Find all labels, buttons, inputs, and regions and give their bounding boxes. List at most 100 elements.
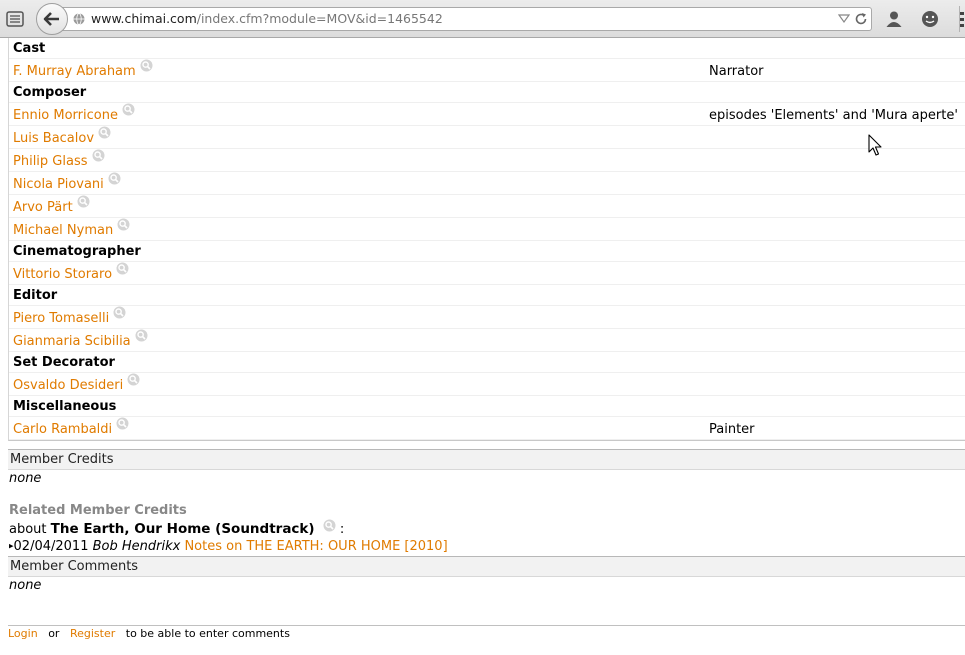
credit-category-row: Set Decorator — [9, 352, 965, 373]
magnifier-icon[interactable] — [98, 126, 111, 139]
related-credit-item: ▸02/04/2011 Bob Hendrikx Notes on THE EA… — [9, 539, 448, 554]
member-comments-title: Member Comments — [10, 559, 139, 574]
credit-category-label: Cinematographer — [13, 244, 141, 259]
credit-role: episodes 'Elements' and 'Mura aperte' — [709, 108, 958, 123]
mouse-cursor-icon — [868, 134, 882, 156]
credit-person-row: Gianmaria Scibilia — [9, 329, 965, 352]
credit-person-link[interactable]: Michael Nyman — [13, 218, 130, 238]
credit-role: Painter — [709, 422, 755, 437]
url-text[interactable]: www.chimai.com/index.cfm?module=MOV&id=1… — [91, 11, 443, 26]
credit-role: Narrator — [709, 64, 764, 79]
person-icon[interactable] — [884, 9, 904, 29]
reader-view-icon[interactable] — [4, 8, 26, 30]
magnifier-icon[interactable] — [116, 417, 129, 430]
credit-person-name: Michael Nyman — [13, 223, 114, 238]
credit-person-name: Ennio Morricone — [13, 108, 118, 123]
credit-person-link[interactable]: Arvo Pärt — [13, 195, 90, 215]
credit-author: Bob Hendrikx — [92, 539, 181, 554]
related-about-line: about The Earth, Our Home (Soundtrack) : — [9, 519, 345, 537]
credit-person-name: F. Murray Abraham — [13, 64, 136, 79]
credit-category-label: Miscellaneous — [13, 399, 117, 414]
member-comments-value: none — [9, 578, 42, 593]
credit-person-name: Vittorio Storaro — [13, 267, 113, 282]
credit-person-name: Arvo Pärt — [13, 200, 73, 215]
magnifier-icon[interactable] — [108, 172, 121, 185]
credit-person-row: Luis Bacalov — [9, 126, 965, 149]
url-domain: www.chimai.com — [91, 11, 197, 26]
credit-person-row: Michael Nyman — [9, 218, 965, 241]
magnifier-icon[interactable] — [323, 519, 336, 532]
login-link[interactable]: Login — [8, 627, 38, 640]
back-button[interactable] — [36, 3, 68, 35]
magnifier-icon[interactable] — [77, 195, 90, 208]
credit-person-link[interactable]: Gianmaria Scibilia — [13, 329, 148, 349]
magnifier-icon[interactable] — [127, 373, 140, 386]
credit-person-name: Philip Glass — [13, 154, 88, 169]
comments-divider — [8, 625, 965, 626]
credit-person-name: Piero Tomaselli — [13, 311, 110, 326]
menu-icon[interactable] — [960, 9, 965, 29]
credit-person-link[interactable]: F. Murray Abraham — [13, 59, 153, 79]
credit-person-link[interactable]: Nicola Piovani — [13, 172, 121, 192]
magnifier-icon[interactable] — [117, 218, 130, 231]
credit-category-row: Editor — [9, 285, 965, 306]
magnifier-icon[interactable] — [135, 329, 148, 342]
member-comments-header: Member Comments — [8, 556, 965, 577]
credit-person-link[interactable]: Carlo Rambaldi — [13, 417, 129, 437]
credit-person-row: Carlo Rambaldi Painter — [9, 417, 965, 440]
back-arrow-icon — [43, 12, 59, 26]
credit-person-name: Luis Bacalov — [13, 131, 95, 146]
magnifier-icon[interactable] — [140, 59, 153, 72]
credit-category-row: Cast — [9, 38, 965, 59]
chat-smiley-icon[interactable] — [920, 9, 940, 29]
login-suffix: to be able to enter comments — [125, 627, 290, 640]
credit-person-link[interactable]: Piero Tomaselli — [13, 306, 126, 326]
url-bar[interactable]: www.chimai.com/index.cfm?module=MOV&id=1… — [58, 7, 872, 31]
credit-category-row: Miscellaneous — [9, 396, 965, 417]
credit-note-link[interactable]: Notes on THE EARTH: OUR HOME [2010] — [184, 539, 447, 554]
magnifier-icon[interactable] — [92, 149, 105, 162]
credit-person-row: Osvaldo Desideri — [9, 373, 965, 396]
url-path: /index.cfm?module=MOV&id=1465542 — [196, 11, 443, 26]
credit-person-name: Gianmaria Scibilia — [13, 334, 131, 349]
credit-person-name: Osvaldo Desideri — [13, 378, 124, 393]
credit-person-link[interactable]: Vittorio Storaro — [13, 262, 129, 282]
credit-person-link[interactable]: Ennio Morricone — [13, 103, 135, 123]
credit-date: 02/04/2011 — [13, 539, 89, 554]
credit-category-row: Composer — [9, 82, 965, 103]
credit-category-label: Composer — [13, 85, 87, 100]
credit-category-label: Cast — [13, 41, 46, 56]
credit-category-row: Cinematographer — [9, 241, 965, 262]
about-prefix: about — [9, 522, 47, 537]
member-credits-title: Member Credits — [10, 452, 114, 467]
login-prompt: Login or Register to be able to enter co… — [8, 627, 290, 640]
or-text: or — [48, 627, 60, 640]
register-link[interactable]: Register — [70, 627, 115, 640]
magnifier-icon[interactable] — [122, 103, 135, 116]
related-credits-title: Related Member Credits — [9, 503, 187, 518]
credit-person-link[interactable]: Osvaldo Desideri — [13, 373, 140, 393]
credit-person-row: Ennio Morricone episodes 'Elements' and '… — [9, 103, 965, 126]
credit-person-link[interactable]: Luis Bacalov — [13, 126, 111, 146]
credit-person-row: Piero Tomaselli — [9, 306, 965, 329]
credit-category-label: Editor — [13, 288, 58, 303]
browser-toolbar: www.chimai.com/index.cfm?module=MOV&id=1… — [0, 0, 965, 38]
magnifier-icon[interactable] — [113, 306, 126, 319]
credit-person-row: Vittorio Storaro — [9, 262, 965, 285]
magnifier-icon[interactable] — [116, 262, 129, 275]
reload-icon[interactable] — [853, 11, 869, 27]
member-credits-value: none — [9, 471, 42, 486]
about-suffix: : — [339, 522, 345, 537]
credits-table: Cast F. Murray Abraham Narrator Composer Enn… — [8, 38, 965, 441]
credit-person-link[interactable]: Philip Glass — [13, 149, 105, 169]
credit-person-row: Nicola Piovani — [9, 172, 965, 195]
history-dropdown-icon[interactable] — [837, 12, 851, 26]
credit-person-row: F. Murray Abraham Narrator — [9, 59, 965, 82]
credit-person-name: Carlo Rambaldi — [13, 422, 113, 437]
credit-person-row: Arvo Pärt — [9, 195, 965, 218]
credit-person-name: Nicola Piovani — [13, 177, 104, 192]
credit-category-label: Set Decorator — [13, 355, 115, 370]
page-content: Cast F. Murray Abraham Narrator Composer Enn… — [0, 38, 965, 655]
about-title: The Earth, Our Home (Soundtrack) — [50, 521, 315, 537]
member-credits-header: Member Credits — [8, 449, 965, 470]
